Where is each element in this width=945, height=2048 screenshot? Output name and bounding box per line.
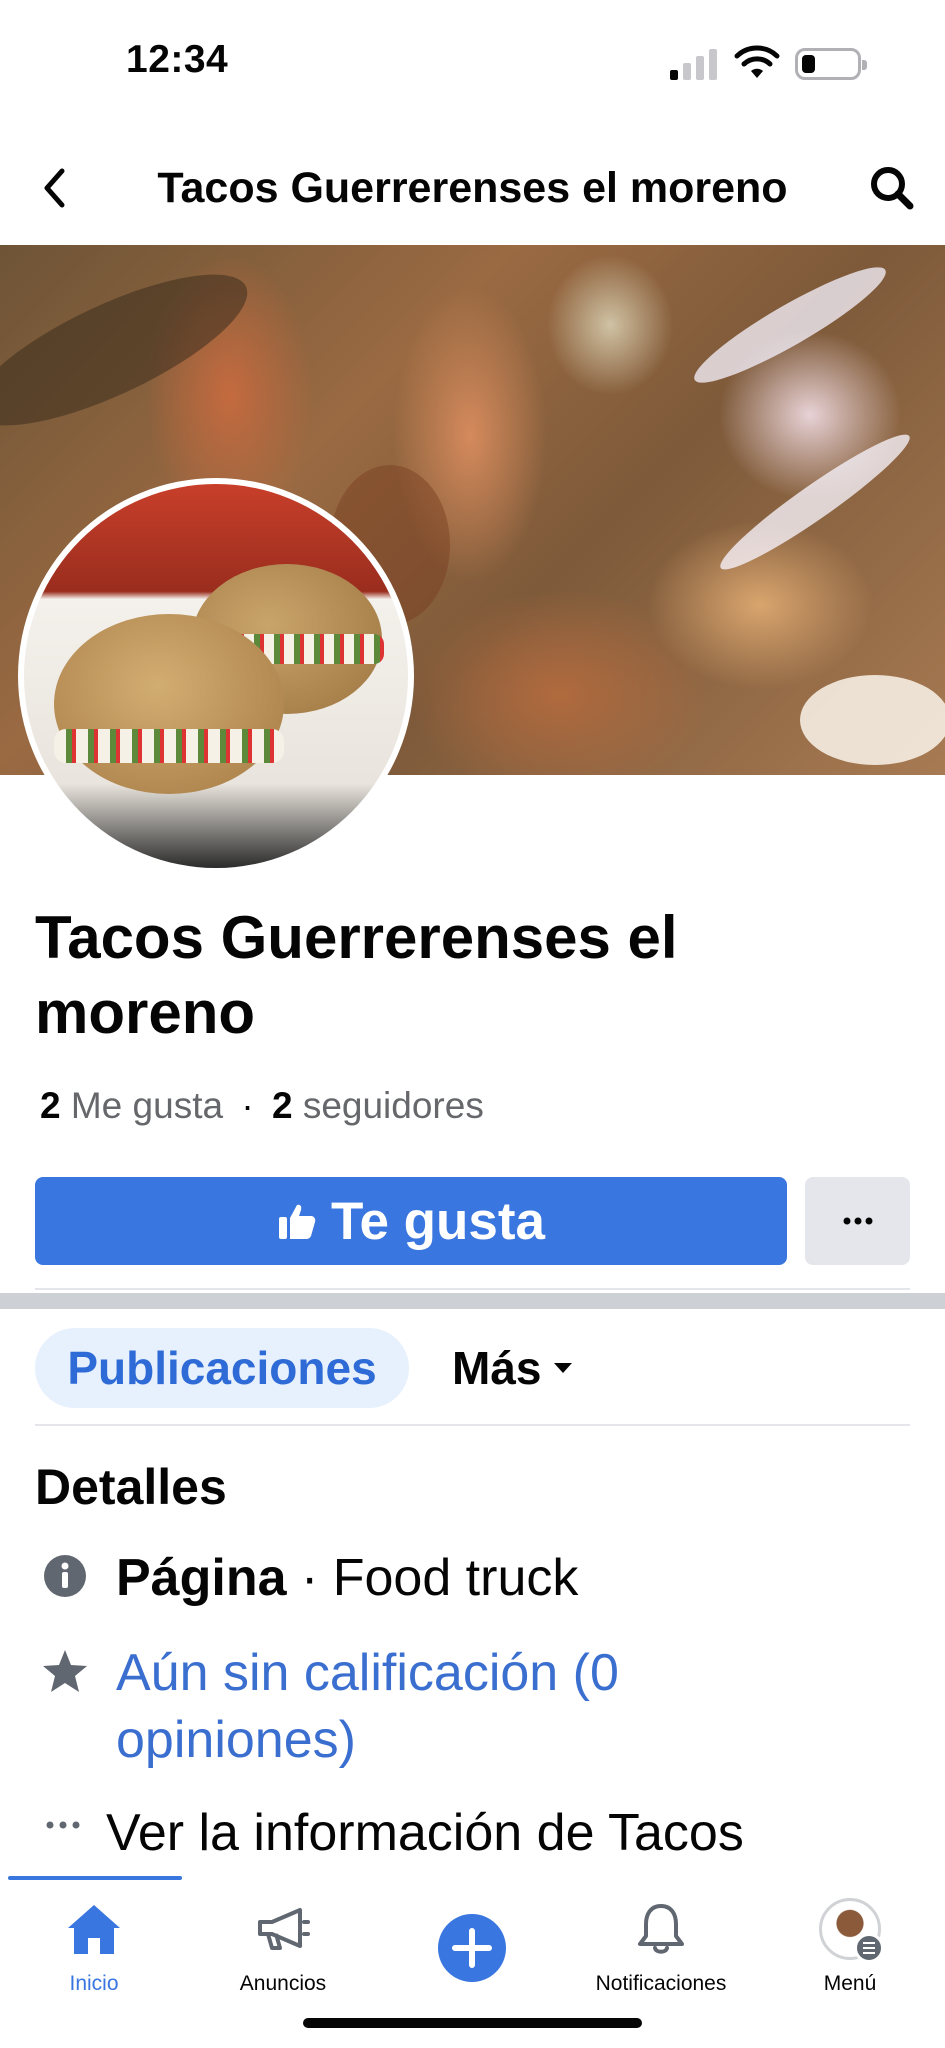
profile-photo[interactable] bbox=[18, 478, 414, 874]
category-value: · Food truck bbox=[286, 1549, 579, 1607]
search-button[interactable] bbox=[862, 160, 922, 216]
info-link-text[interactable]: Ver la información de Tacos bbox=[106, 1800, 744, 1867]
section-separator bbox=[0, 1293, 945, 1309]
more-options-button[interactable] bbox=[805, 1177, 910, 1265]
caret-down-icon bbox=[554, 1363, 573, 1373]
profile-avatar bbox=[819, 1898, 884, 1963]
nav-home[interactable]: Inicio bbox=[4, 1890, 184, 2010]
menu-badge-icon bbox=[854, 1933, 884, 1963]
nav-notifications-label: Notificaciones bbox=[595, 1972, 727, 1995]
back-button[interactable] bbox=[30, 160, 80, 216]
stats-separator: · bbox=[241, 1085, 254, 1126]
home-icon bbox=[68, 1905, 120, 1954]
divider bbox=[35, 1288, 910, 1290]
cellular-signal-icon bbox=[670, 48, 720, 80]
profile-photo-image bbox=[24, 484, 408, 868]
nav-create[interactable] bbox=[382, 1890, 562, 2010]
rating-link[interactable]: Aún sin calificación (0 opiniones) bbox=[116, 1640, 676, 1774]
battery-icon bbox=[795, 48, 867, 80]
followers-label: seguidores bbox=[302, 1085, 484, 1126]
status-time: 12:34 bbox=[126, 38, 229, 81]
more-dots-icon bbox=[843, 1217, 872, 1225]
nav-ads-label: Anuncios bbox=[239, 1972, 327, 1995]
status-bar: 12:34 bbox=[0, 0, 945, 130]
category-prefix: Página bbox=[116, 1549, 287, 1607]
nav-home-label: Inicio bbox=[69, 1972, 119, 1995]
plus-circle-icon bbox=[438, 1914, 506, 1982]
star-icon bbox=[40, 1646, 90, 1696]
tab-more[interactable]: Más bbox=[452, 1328, 573, 1408]
like-button[interactable]: Te gusta bbox=[35, 1177, 787, 1265]
nav-notifications[interactable]: Notificaciones bbox=[571, 1890, 751, 2010]
megaphone-icon bbox=[258, 1908, 310, 1950]
tab-posts[interactable]: Publicaciones bbox=[35, 1328, 409, 1408]
info-icon bbox=[40, 1551, 90, 1601]
wifi-icon bbox=[734, 45, 780, 78]
tab-divider bbox=[35, 1424, 910, 1426]
details-title: Detalles bbox=[35, 1459, 227, 1515]
nav-active-indicator bbox=[8, 1876, 182, 1880]
search-icon bbox=[871, 167, 914, 210]
followers-count: 2 bbox=[271, 1085, 293, 1126]
nav-ads[interactable]: Anuncios bbox=[193, 1890, 373, 2010]
chevron-left-icon bbox=[44, 168, 65, 208]
page-stats: 2 Me gusta · 2 seguidores bbox=[40, 1085, 484, 1127]
nav-menu-label: Menú bbox=[823, 1972, 877, 1995]
tab-more-label: Más bbox=[452, 1342, 542, 1394]
page-header: Tacos Guerrerenses el moreno bbox=[0, 130, 945, 245]
detail-rating[interactable]: Aún sin calificación (0 opiniones) bbox=[40, 1640, 676, 1774]
thumbs-up-icon bbox=[279, 1204, 316, 1239]
likes-label: Me gusta bbox=[70, 1085, 224, 1126]
header-title: Tacos Guerrerenses el moreno bbox=[157, 164, 788, 212]
nav-menu[interactable]: Menú bbox=[760, 1890, 940, 2010]
detail-category: Página · Food truck bbox=[40, 1545, 578, 1612]
likes-count: 2 bbox=[40, 1085, 61, 1126]
more-dots-icon bbox=[38, 1800, 88, 1850]
bell-icon bbox=[638, 1904, 684, 1954]
page-name: Tacos Guerrerenses el moreno bbox=[35, 904, 678, 1046]
home-indicator bbox=[303, 2018, 642, 2028]
like-button-label: Te gusta bbox=[331, 1191, 545, 1251]
detail-more-info[interactable]: Ver la información de Tacos bbox=[38, 1800, 744, 1867]
